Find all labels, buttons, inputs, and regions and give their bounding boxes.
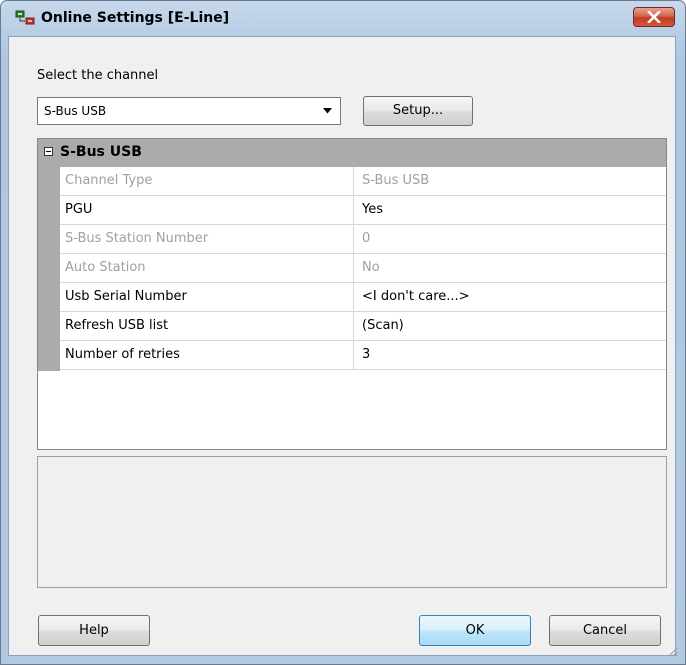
property-row[interactable]: Auto Station No: [60, 254, 666, 283]
select-channel-label: Select the channel: [37, 68, 159, 83]
ok-button[interactable]: OK: [419, 615, 531, 646]
property-value: No: [353, 254, 653, 282]
property-value: 0: [353, 225, 653, 253]
cancel-button[interactable]: Cancel: [549, 615, 661, 646]
property-name: Channel Type: [65, 173, 153, 188]
close-icon: [647, 11, 661, 23]
property-row[interactable]: Usb Serial Number <I don't care...>: [60, 283, 666, 312]
online-settings-icon: [15, 10, 35, 25]
setup-button[interactable]: Setup...: [363, 96, 473, 126]
property-grid: S-Bus USB Channel Type S-Bus USB PGU Yes…: [37, 138, 667, 450]
grid-gutter: [38, 167, 60, 371]
property-name: Refresh USB list: [65, 318, 169, 333]
property-value: S-Bus USB: [353, 167, 653, 195]
close-button[interactable]: [633, 7, 675, 27]
property-value[interactable]: (Scan): [353, 312, 653, 340]
property-name: Number of retries: [65, 347, 180, 362]
property-name: Auto Station: [65, 260, 146, 275]
collapse-icon[interactable]: [44, 147, 53, 156]
channel-dropdown-value: S-Bus USB: [44, 104, 107, 118]
window-title: Online Settings [E-Line]: [41, 10, 230, 26]
property-name: PGU: [65, 202, 93, 217]
property-row[interactable]: PGU Yes: [60, 196, 666, 225]
title-bar[interactable]: Online Settings [E-Line]: [1, 1, 685, 37]
help-button[interactable]: Help: [38, 615, 150, 646]
property-value[interactable]: 3: [353, 341, 653, 369]
property-row[interactable]: Channel Type S-Bus USB: [60, 167, 666, 196]
category-label: S-Bus USB: [60, 144, 142, 160]
property-name: S-Bus Station Number: [65, 231, 209, 246]
property-row[interactable]: Refresh USB list (Scan): [60, 312, 666, 341]
property-value[interactable]: <I don't care...>: [353, 283, 653, 311]
resize-grip-icon[interactable]: [666, 645, 678, 657]
property-value[interactable]: Yes: [353, 196, 653, 224]
property-row[interactable]: S-Bus Station Number 0: [60, 225, 666, 254]
property-name: Usb Serial Number: [65, 289, 187, 304]
category-row[interactable]: S-Bus USB: [38, 139, 666, 167]
property-row[interactable]: Number of retries 3: [60, 341, 666, 370]
channel-dropdown[interactable]: S-Bus USB: [37, 97, 341, 125]
chevron-down-icon: [323, 108, 332, 114]
description-pane: [37, 456, 667, 588]
